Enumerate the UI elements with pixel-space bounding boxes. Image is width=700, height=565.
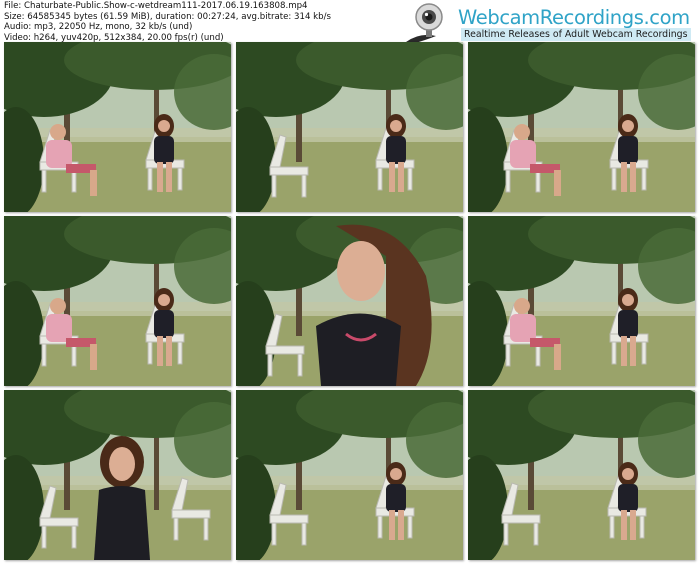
video-frame-thumbnail (468, 42, 695, 212)
frame-image (468, 42, 695, 212)
video-frame-thumbnail (236, 42, 463, 212)
brand-name: WebcamRecordings.com (458, 6, 690, 29)
frame-image (4, 390, 231, 560)
file-name-line: File: Chaturbate-Public.Show-c-wetdream1… (4, 1, 308, 11)
brand-tagline: Realtime Releases of Adult Webcam Record… (461, 28, 691, 41)
frame-image (4, 216, 231, 386)
video-frame-thumbnail (468, 216, 695, 386)
file-info: File: Chaturbate-Public.Show-c-wetdream1… (4, 1, 331, 43)
file-size-line: Size: 64585345 bytes (61.59 MiB), durati… (4, 11, 331, 22)
frame-image (236, 390, 463, 560)
video-frame-thumbnail (4, 216, 231, 386)
frame-image (4, 42, 231, 212)
video-frame-thumbnail (468, 390, 695, 560)
audio-info-line: Audio: mp3, 22050 Hz, mono, 32 kb/s (und… (4, 22, 193, 33)
frame-image (236, 42, 463, 212)
webcam-icon (406, 3, 443, 44)
video-frame-thumbnail (236, 390, 463, 560)
frame-image (468, 216, 695, 386)
video-frame-thumbnail (236, 216, 463, 386)
video-frame-thumbnail (4, 390, 231, 560)
site-logo: WebcamRecordings.com Realtime Releases o… (400, 2, 698, 44)
video-frame-thumbnail (4, 42, 231, 212)
frame-image (236, 216, 463, 386)
frame-image (468, 390, 695, 560)
